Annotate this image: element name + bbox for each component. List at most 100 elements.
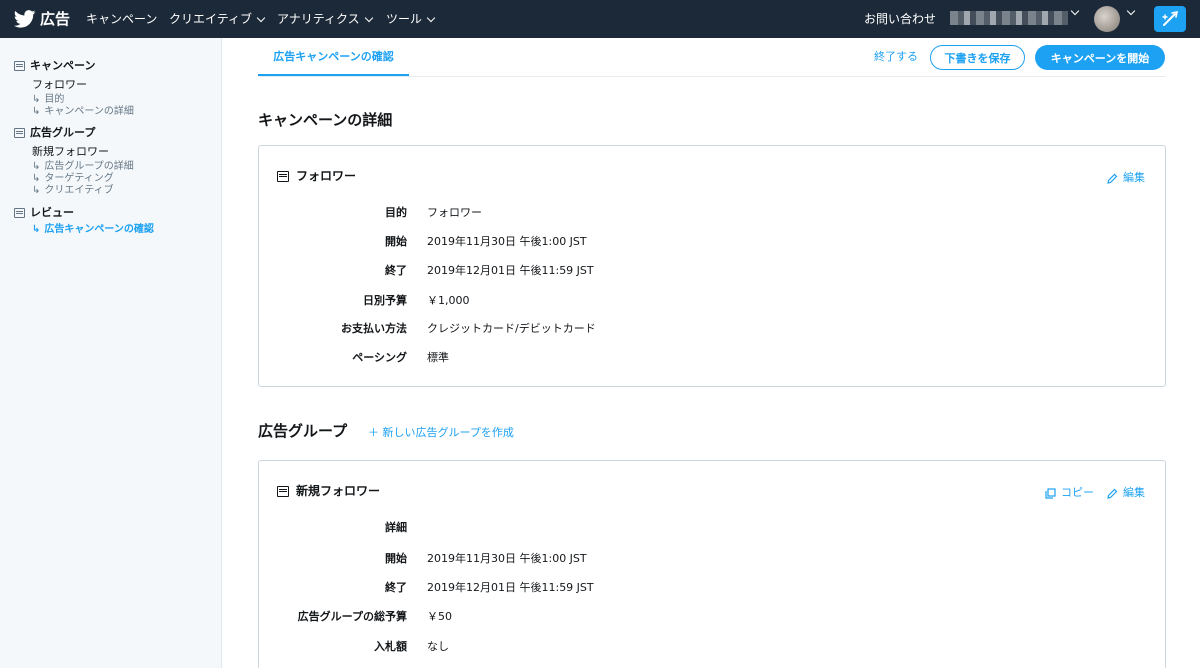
pencil-icon	[1107, 488, 1118, 499]
tab-review-campaign[interactable]: 広告キャンペーンの確認	[258, 38, 409, 76]
sidebar-item-adgroup-details[interactable]: ↳ 広告グループの詳細	[32, 161, 134, 173]
sidebar-item-label: 広告グループの詳細	[44, 161, 134, 172]
sidebar-item-review-campaign[interactable]: ↳ 広告キャンペーンの確認	[32, 224, 154, 236]
sidebar-review-header-label: レビュー	[30, 206, 74, 219]
tab-review-campaign-label: 広告キャンペーンの確認	[273, 50, 394, 63]
adgroup-card: 新規フォロワー コピー 編集 詳細 開始 2019年11月30日 午後1:00 …	[258, 460, 1166, 668]
chevron-down-icon	[364, 13, 373, 22]
row-label: 開始	[385, 235, 407, 248]
nav-creatives[interactable]: クリエイティブ	[169, 11, 266, 27]
campaign-card-title: フォロワー	[277, 168, 356, 184]
nav-campaigns-label: キャンペーン	[86, 12, 158, 26]
progress-sidebar: キャンペーン フォロワー ↳ 目的 ↳ キャンペーンの詳細 広告グループ 新規フォロ…	[0, 38, 222, 668]
sidebar-campaign-header[interactable]: キャンペーン	[14, 59, 95, 73]
campaign-edit-button[interactable]: 編集	[1107, 171, 1145, 185]
sidebar-item-objective[interactable]: ↳ 目的	[32, 94, 64, 106]
row-label: 日別予算	[363, 294, 407, 307]
launch-campaign-button[interactable]: キャンペーンを開始	[1035, 45, 1165, 70]
row-label: 終了	[385, 264, 407, 277]
sidebar-review-header[interactable]: レビュー	[14, 206, 74, 220]
ads-logo[interactable]: 広告	[14, 9, 70, 29]
row-value: 2019年12月01日 午後11:59 JST	[427, 264, 594, 277]
row-value: 2019年12月01日 午後11:59 JST	[427, 581, 594, 594]
chevron-down-icon	[1070, 6, 1080, 16]
sidebar-item-creatives[interactable]: ↳ クリエイティブ	[32, 185, 114, 197]
row-value: 2019年11月30日 午後1:00 JST	[427, 552, 587, 565]
row-label: 入札額	[374, 640, 407, 653]
sidebar-item-label: キャンペーンの詳細	[44, 106, 134, 117]
tab-divider	[258, 76, 1166, 77]
nav-creatives-label: クリエイティブ	[169, 12, 253, 26]
row-label: 広告グループの総予算	[297, 610, 407, 623]
adgroup-copy-label: コピー	[1061, 486, 1094, 499]
arrow-icon: ↳	[32, 106, 41, 117]
account-dropdown[interactable]	[1066, 6, 1080, 16]
arrow-icon: ↳	[32, 224, 41, 235]
list-icon	[14, 208, 25, 218]
row-label: お支払い方法	[341, 322, 407, 335]
chevron-down-icon	[256, 13, 266, 22]
copy-icon	[1045, 487, 1056, 499]
compose-button[interactable]	[1154, 6, 1186, 32]
account-selector-blurred[interactable]	[950, 11, 1068, 25]
campaign-card: フォロワー 編集 目的 フォロワー 開始 2019年11月30日 午後1:00 …	[258, 145, 1166, 387]
new-adgroup-label: 新しい広告グループを作成	[382, 426, 514, 439]
nav-tools[interactable]: ツール	[386, 11, 436, 27]
campaign-details-title: キャンペーンの詳細	[258, 111, 393, 129]
plus-icon: ＋	[368, 426, 379, 439]
twitter-bird-icon	[14, 10, 36, 28]
nav-analytics-label: アナリティクス	[277, 12, 360, 26]
pencil-icon	[1107, 173, 1118, 184]
adgroup-edit-button[interactable]: 編集	[1107, 486, 1145, 500]
sidebar-item-label: ターゲティング	[44, 173, 114, 184]
row-label: 開始	[385, 552, 407, 565]
nav-analytics[interactable]: アナリティクス	[277, 11, 373, 27]
row-value: 2019年11月30日 午後1:00 JST	[427, 235, 587, 248]
sidebar-adgroup-name[interactable]: 新規フォロワー	[32, 145, 109, 159]
new-adgroup-link[interactable]: ＋ 新しい広告グループを作成	[368, 426, 514, 440]
list-icon	[277, 485, 289, 497]
profile-dropdown[interactable]	[1122, 6, 1136, 16]
sidebar-item-label: 目的	[44, 94, 65, 105]
campaign-card-title-text: フォロワー	[296, 169, 357, 183]
chevron-down-icon	[426, 13, 436, 22]
arrow-icon: ↳	[32, 173, 41, 184]
end-link[interactable]: 終了する	[874, 50, 918, 64]
row-value: なし	[427, 640, 449, 653]
list-icon	[277, 170, 289, 182]
adgroup-card-title-text: 新規フォロワー	[296, 484, 381, 498]
row-label: 終了	[385, 581, 407, 594]
chevron-down-icon	[1126, 6, 1136, 16]
nav-tools-label: ツール	[386, 12, 423, 26]
avatar[interactable]	[1094, 6, 1120, 32]
adgroup-copy-button[interactable]: コピー	[1045, 486, 1094, 500]
row-value: 標準	[427, 351, 449, 364]
sidebar-campaign-name[interactable]: フォロワー	[32, 78, 87, 92]
sidebar-item-label: 広告キャンペーンの確認	[44, 224, 154, 235]
contact-label: お問い合わせ	[864, 12, 937, 26]
row-value: クレジットカード/デビットカード	[427, 322, 596, 335]
row-value: ￥50	[427, 610, 452, 623]
save-draft-label: 下書きを保存	[944, 51, 1011, 65]
nav-campaigns[interactable]: キャンペーン	[86, 11, 157, 27]
adgroup-card-title: 新規フォロワー	[277, 483, 380, 499]
sidebar-item-campaign-details[interactable]: ↳ キャンペーンの詳細	[32, 106, 134, 118]
arrow-icon: ↳	[32, 185, 41, 196]
arrow-icon: ↳	[32, 94, 41, 105]
adgroup-section-title: 広告グループ	[258, 422, 348, 440]
row-label: ペーシング	[352, 351, 407, 364]
sidebar-item-label: クリエイティブ	[44, 185, 114, 196]
sidebar-item-targeting[interactable]: ↳ ターゲティング	[32, 173, 114, 185]
list-icon	[14, 128, 25, 138]
sidebar-adgroup-header[interactable]: 広告グループ	[14, 126, 95, 140]
list-icon	[14, 61, 25, 71]
save-draft-button[interactable]: 下書きを保存	[930, 45, 1025, 70]
compose-quill-icon	[1162, 11, 1179, 26]
row-value: ￥1,000	[427, 294, 470, 307]
contact-link[interactable]: お問い合わせ	[864, 11, 936, 27]
logo-text: 広告	[40, 10, 71, 28]
top-navigation-bar: 広告 キャンペーン クリエイティブ アナリティクス ツール お問い合わせ	[0, 0, 1200, 38]
campaign-edit-label: 編集	[1123, 171, 1145, 184]
row-value: フォロワー	[427, 206, 482, 219]
sidebar-campaign-header-label: キャンペーン	[30, 59, 96, 72]
